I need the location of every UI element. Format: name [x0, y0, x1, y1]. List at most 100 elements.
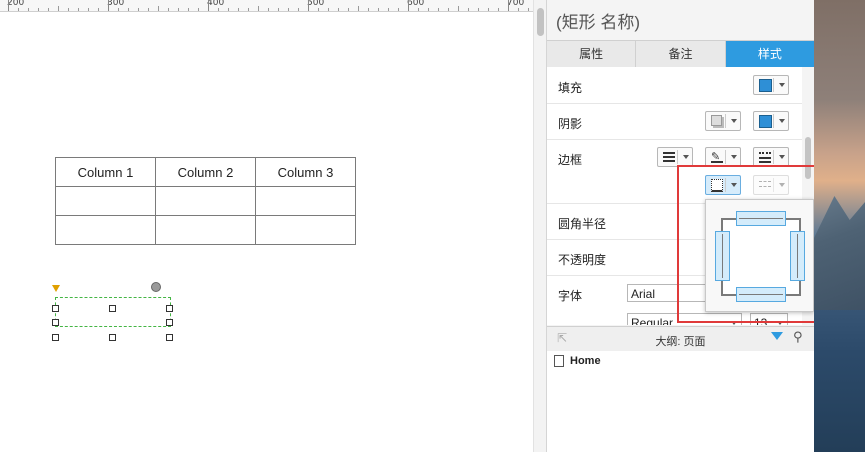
ruler-tick [318, 8, 319, 11]
tab-properties[interactable]: 属性 [547, 41, 637, 67]
anchor-marker-icon[interactable] [52, 285, 60, 292]
table-widget[interactable]: Column 1 Column 2 Column 3 [55, 157, 356, 245]
table-header-cell[interactable]: Column 1 [55, 157, 156, 187]
ruler-tick [168, 8, 169, 11]
ruler-tick [478, 8, 479, 11]
border-style-dropdown[interactable] [753, 147, 789, 167]
ruler-tick [328, 8, 329, 11]
page-icon [554, 355, 564, 367]
ruler-tick [8, 0, 9, 11]
dash-style-icon [759, 152, 771, 154]
ruler-tick [308, 0, 309, 11]
ruler-tick [488, 8, 489, 11]
ruler-tick [28, 8, 29, 11]
shadow-color-dropdown[interactable] [753, 111, 789, 131]
ruler-tick [438, 8, 439, 11]
border-color-dropdown[interactable]: ✎ [705, 147, 741, 167]
outline-item-label: Home [570, 355, 601, 367]
border-width-dropdown[interactable] [657, 147, 693, 167]
chevron-down-icon [779, 83, 785, 87]
ruler-label: 400 [207, 0, 225, 8]
wallpaper-mountain [814, 196, 865, 310]
outline-header: ⇱ 大纲: 页面 ⚲ [547, 326, 814, 352]
desktop-wallpaper [814, 0, 865, 452]
ruler-tick [358, 6, 359, 11]
table-cell[interactable] [155, 186, 256, 216]
resize-handle[interactable] [166, 305, 173, 312]
ruler-label: 700 [507, 0, 525, 8]
table-cell[interactable] [155, 215, 256, 245]
corner-radius-label: 圆角半径 [558, 217, 607, 231]
ruler-label: 300 [107, 0, 125, 8]
ruler-tick [18, 8, 19, 11]
ruler-tick [178, 8, 179, 11]
ruler-label: 500 [307, 0, 325, 8]
table-cell[interactable] [55, 186, 156, 216]
ruler-tick [348, 8, 349, 11]
ruler-tick [118, 8, 119, 11]
scrollbar-thumb[interactable] [537, 8, 544, 36]
search-icon[interactable]: ⚲ [793, 329, 803, 345]
resize-handle[interactable] [109, 305, 116, 312]
ruler-label: 600 [407, 0, 425, 8]
resize-handle[interactable] [166, 319, 173, 326]
fill-row: 填充 [547, 67, 802, 104]
ruler-tick [98, 8, 99, 11]
ruler-label: 200 [7, 0, 25, 8]
ruler-tick [378, 8, 379, 11]
table-row [55, 215, 356, 245]
line-weight-icon [663, 152, 675, 154]
tab-style[interactable]: 样式 [725, 41, 814, 67]
table-header-cell[interactable]: Column 3 [255, 157, 356, 187]
resize-handle[interactable] [52, 305, 59, 312]
ruler-tick [218, 8, 219, 11]
table-cell[interactable] [255, 215, 356, 245]
fill-color-dropdown[interactable] [753, 75, 789, 95]
ruler-tick [468, 8, 469, 11]
fill-swatch [759, 79, 772, 92]
ruler-tick [198, 8, 199, 11]
resize-handle[interactable] [166, 334, 173, 341]
ruler-tick [238, 8, 239, 11]
resize-handle[interactable] [52, 334, 59, 341]
outer-shadow-dropdown[interactable] [705, 111, 741, 131]
ruler-tick [428, 8, 429, 11]
border-label: 边框 [558, 153, 583, 167]
canvas-scrollbar[interactable] [533, 0, 547, 452]
ruler-tick [518, 8, 519, 11]
ruler-tick [138, 8, 139, 11]
selected-rectangle[interactable] [55, 297, 171, 327]
table-cell[interactable] [255, 186, 356, 216]
font-style-value: Regular [631, 316, 674, 325]
rotation-handle[interactable] [151, 282, 161, 292]
ruler-tick [78, 8, 79, 11]
chevron-down-icon [779, 155, 785, 159]
chevron-down-icon [683, 155, 689, 159]
ruler-tick [68, 8, 69, 11]
table-row [55, 186, 356, 216]
panel-title: (矩形 名称) [556, 13, 641, 32]
table-header-cell[interactable]: Column 2 [155, 157, 256, 187]
opacity-label: 不透明度 [558, 253, 607, 267]
font-label: 字体 [558, 289, 583, 303]
ruler-tick [368, 8, 369, 11]
ruler-tick [58, 6, 59, 11]
outline-item-home[interactable]: Home [554, 355, 601, 367]
shadow-label: 阴影 [558, 117, 583, 131]
ruler-tick [458, 6, 459, 11]
chevron-down-icon [779, 119, 785, 123]
ruler-tick [278, 8, 279, 11]
resize-handle[interactable] [109, 334, 116, 341]
table-row: Column 1 Column 2 Column 3 [55, 157, 356, 187]
ruler-tick [268, 8, 269, 11]
fill-label: 填充 [558, 81, 583, 95]
ruler-tick [528, 8, 529, 11]
shadow-swatch [759, 115, 772, 128]
ruler-tick [398, 8, 399, 11]
ruler-tick [88, 8, 89, 11]
table-cell[interactable] [55, 215, 156, 245]
ruler-tick [448, 8, 449, 11]
filter-icon[interactable] [771, 332, 783, 340]
tab-notes[interactable]: 备注 [636, 41, 726, 67]
resize-handle[interactable] [52, 319, 59, 326]
